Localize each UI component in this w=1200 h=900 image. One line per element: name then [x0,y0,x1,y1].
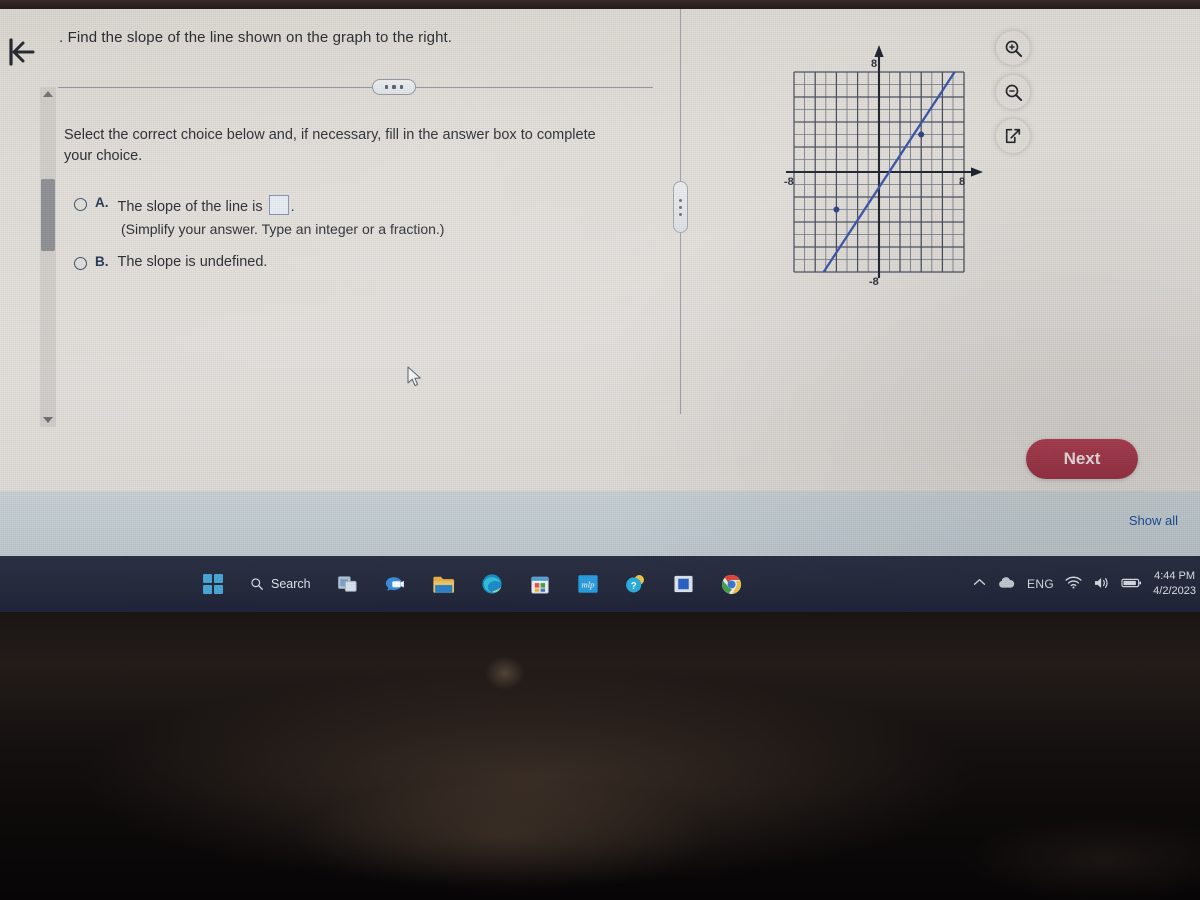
plotted-point [833,206,840,213]
chrome-icon[interactable] [715,567,749,601]
clock-date: 4/2/2023 [1153,585,1196,597]
microsoft-store-icon[interactable] [523,567,557,601]
laptop-screen: . Find the slope of the line shown on th… [0,0,1200,612]
homework-page: . Find the slope of the line shown on th… [0,9,1200,491]
radio-button-a[interactable] [74,198,87,211]
taskbar-clock[interactable]: 4:44 PM 4/2/2023 [1153,569,1196,599]
plotted-point [918,131,925,138]
instructions-text: Select the correct choice below and, if … [64,127,596,165]
coordinate-graph[interactable]: 8 -8 -8 8 [728,23,988,323]
choice-a-hint: (Simplify your answer. Type an integer o… [121,221,445,237]
graph-tool-buttons [996,31,1042,163]
scroll-down-arrow-icon[interactable] [43,417,53,423]
taskbar-center-group: Search mlp ? [196,556,749,612]
onedrive-cloud-icon[interactable] [997,576,1016,592]
question-content: . Find the slope of the line shown on th… [56,9,1200,491]
windows-taskbar: Search mlp ? ENG 4:44 PM 4/2/2023 [0,556,1200,612]
x-axis-right-label: 8 [959,176,965,188]
scroll-up-arrow-icon[interactable] [43,91,53,97]
splitter-dot [679,198,682,202]
choice-list: A. The slope of the line is . (Simplify … [74,195,634,276]
laptop-logo [485,656,525,690]
radio-button-b[interactable] [74,257,87,270]
tray-overflow-icon[interactable] [973,578,986,590]
next-button[interactable]: Next [1026,439,1138,479]
choice-b-text: The slope is undefined. [117,254,268,270]
screen-bezel-top [0,0,1200,9]
vertical-scrollbar[interactable] [40,87,56,427]
choice-a-letter: A. [95,195,109,210]
window-app-icon[interactable] [667,567,701,601]
file-explorer-icon[interactable] [427,567,461,601]
zoom-out-icon[interactable] [996,75,1030,109]
question-text: . Find the slope of the line shown on th… [59,29,619,46]
answer-input-a[interactable] [268,195,289,215]
edge-icon[interactable] [475,567,509,601]
language-indicator[interactable]: ENG [1027,577,1054,591]
clock-time: 4:44 PM [1154,570,1196,583]
y-axis-top-label: 8 [871,58,877,70]
more-options-button[interactable] [372,79,416,95]
section-divider [58,87,653,88]
question-body: Find the slope of the line shown on the … [67,29,453,46]
ellipsis-dot [399,85,404,89]
plotted-line-group [822,72,957,272]
splitter-dot [679,205,682,209]
ellipsis-dot [392,85,396,89]
bottom-status-band: Show all [0,491,1200,556]
start-button[interactable] [196,567,230,601]
laptop-lower-body [0,612,1200,900]
choice-a[interactable]: A. The slope of the line is . [74,195,634,215]
search-icon [251,578,263,590]
scrollbar-thumb[interactable] [41,179,55,251]
open-in-new-window-icon[interactable] [996,119,1030,153]
choice-a-text-after: . [290,199,295,215]
x-axis-left-label: -8 [784,176,794,188]
splitter-dot [679,212,682,216]
windows-logo-icon [203,574,223,594]
ellipsis-dot [384,85,389,89]
plotted-line [822,72,957,272]
taskview-icon[interactable] [331,567,365,601]
taskbar-search-label: Search [271,577,311,591]
choice-b[interactable]: B. The slope is undefined. [74,254,634,270]
svg-text:?: ? [630,581,636,592]
mouse-cursor [407,366,421,387]
mylab-icon[interactable]: mlp [571,567,605,601]
wifi-icon[interactable] [1065,576,1082,592]
pane-splitter-handle[interactable] [673,181,688,233]
choice-a-text-before: The slope of the line is [117,199,263,215]
system-tray: ENG 4:44 PM 4/2/2023 [973,556,1196,612]
show-all-link[interactable]: Show all [1129,513,1178,528]
taskbar-search-button[interactable]: Search [244,577,317,591]
teams-icon[interactable] [379,567,413,601]
laptop-photo: . Find the slope of the line shown on th… [0,0,1200,900]
choice-b-letter: B. [95,254,109,269]
help-icon[interactable]: ? [619,567,653,601]
graph-panel: 8 -8 -8 8 [728,23,988,323]
battery-icon[interactable] [1121,577,1142,592]
zoom-in-icon[interactable] [996,31,1030,65]
y-axis-bottom-label: -8 [869,276,879,288]
volume-icon[interactable] [1093,576,1110,593]
question-prefix: . [59,29,64,46]
choice-a-text: The slope of the line is . [118,195,295,215]
back-arrow-icon[interactable] [4,35,38,69]
left-rail [0,9,56,491]
svg-text:mlp: mlp [581,579,595,589]
